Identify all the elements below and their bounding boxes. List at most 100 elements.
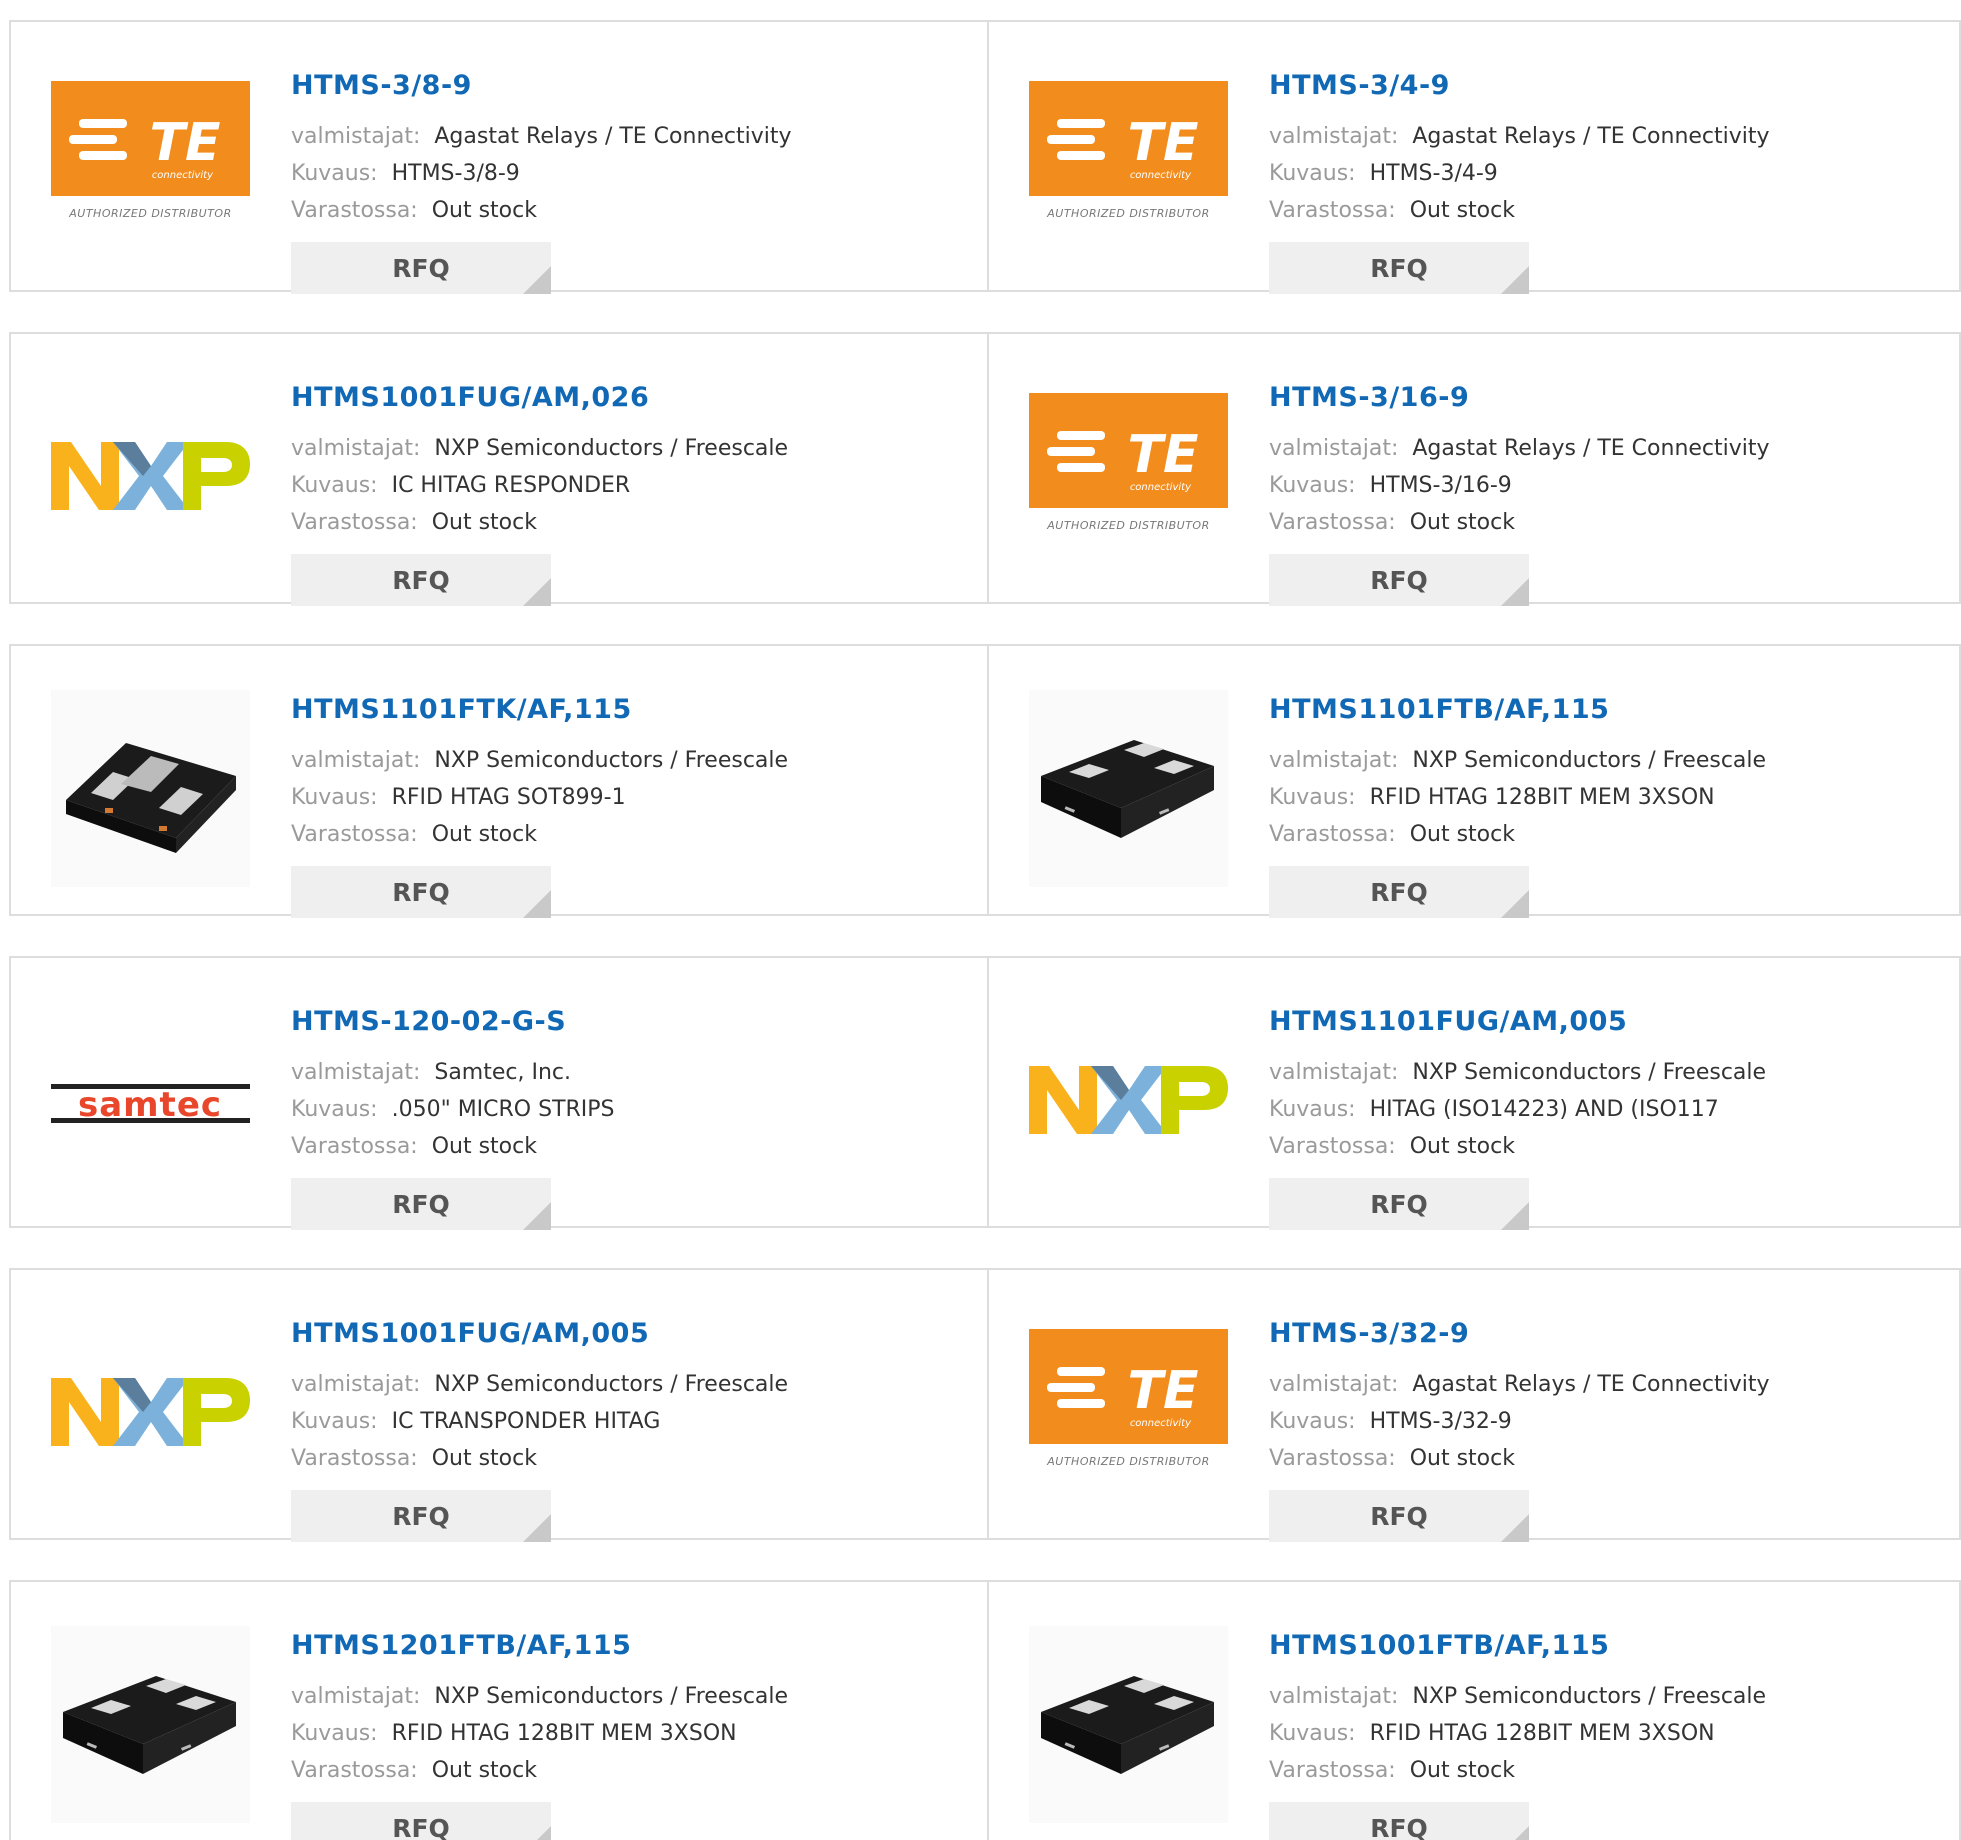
rfq-button[interactable]: RFQ (1269, 866, 1529, 918)
description: Kuvaus: HTMS-3/8-9 (291, 155, 951, 192)
rfq-corner-decoration (523, 1202, 551, 1230)
rfq-button[interactable]: RFQ (291, 1178, 551, 1230)
product-info: valmistajat: NXP Semiconductors / Freesca… (291, 1366, 951, 1477)
product-image[interactable] (1029, 1002, 1228, 1201)
stock-label: Varastossa: (291, 510, 418, 535)
description-label: Kuvaus: (1269, 1409, 1356, 1434)
description-value: .050" MICRO STRIPS (391, 1097, 615, 1122)
description-label: Kuvaus: (291, 473, 378, 498)
product-card: HTMS1001FTB/AF,115 valmistajat: NXP Semico… (989, 1582, 1961, 1840)
manufacturer-label: valmistajat: (1269, 1060, 1399, 1085)
stock-value: Out stock (1409, 1134, 1515, 1159)
stock: Varastossa: Out stock (1269, 816, 1929, 853)
rfq-corner-decoration (1501, 1202, 1529, 1230)
rfq-button-label: RFQ (1370, 253, 1428, 283)
manufacturer-label: valmistajat: (291, 436, 421, 461)
rfq-button[interactable]: RFQ (1269, 554, 1529, 606)
stock-value: Out stock (431, 1758, 537, 1783)
manufacturer-label: valmistajat: (291, 1684, 421, 1709)
product-image[interactable] (51, 378, 250, 577)
product-title-link[interactable]: HTMS1101FTB/AF,115 (1269, 694, 1609, 725)
product-info: valmistajat: Agastat Relays / TE Connecti… (1269, 1366, 1929, 1477)
product-image[interactable] (51, 1314, 250, 1513)
stock-label: Varastossa: (291, 822, 418, 847)
manufacturer: valmistajat: Samtec, Inc. (291, 1054, 951, 1091)
rfq-button[interactable]: RFQ (1269, 1178, 1529, 1230)
rfq-button-label: RFQ (392, 1501, 450, 1531)
stock: Varastossa: Out stock (291, 1128, 951, 1165)
product-image[interactable]: TE connectivity AUTHORIZED DISTRIBUTOR (1029, 66, 1228, 265)
rfq-button[interactable]: RFQ (291, 866, 551, 918)
description: Kuvaus: RFID HTAG 128BIT MEM 3XSON (1269, 1715, 1929, 1752)
manufacturer: valmistajat: NXP Semiconductors / Freesca… (1269, 1054, 1929, 1091)
rfq-button[interactable]: RFQ (291, 1802, 551, 1840)
rfq-button-label: RFQ (392, 1189, 450, 1219)
product-info: valmistajat: Agastat Relays / TE Connecti… (1269, 430, 1929, 541)
te-connectivity-logo: TE connectivity AUTHORIZED DISTRIBUTOR (51, 80, 250, 251)
product-image[interactable]: TE connectivity AUTHORIZED DISTRIBUTOR (51, 66, 250, 265)
product-card: samtec HTMS-120-02-G-S valmistajat: Samtec… (11, 958, 987, 1230)
product-title-link[interactable]: HTMS1101FTK/AF,115 (291, 694, 632, 725)
svg-text:connectivity: connectivity (1130, 1418, 1192, 1429)
product-image[interactable] (51, 1626, 250, 1825)
rfq-button[interactable]: RFQ (1269, 242, 1529, 294)
svg-text:TE: TE (1128, 1361, 1199, 1421)
stock-value: Out stock (1409, 1446, 1515, 1471)
product-image[interactable]: TE connectivity AUTHORIZED DISTRIBUTOR (1029, 378, 1228, 577)
product-title-link[interactable]: HTMS-3/8-9 (291, 70, 472, 101)
svg-text:connectivity: connectivity (1130, 170, 1192, 181)
rfq-corner-decoration (523, 1826, 551, 1840)
description-value: HTMS-3/32-9 (1369, 1409, 1512, 1434)
manufacturer-value: Agastat Relays / TE Connectivity (434, 124, 792, 149)
rfq-button[interactable]: RFQ (291, 554, 551, 606)
product-title-link[interactable]: HTMS-120-02-G-S (291, 1006, 566, 1037)
manufacturer-label: valmistajat: (291, 748, 421, 773)
stock: Varastossa: Out stock (1269, 1440, 1929, 1477)
stock-value: Out stock (1409, 1758, 1515, 1783)
rfq-corner-decoration (1501, 266, 1529, 294)
manufacturer-label: valmistajat: (1269, 124, 1399, 149)
manufacturer-label: valmistajat: (1269, 1684, 1399, 1709)
rfq-corner-decoration (523, 1514, 551, 1542)
product-row: HTMS1001FUG/AM,026 valmistajat: NXP Semico… (9, 332, 1961, 606)
manufacturer: valmistajat: Agastat Relays / TE Connecti… (1269, 430, 1929, 467)
rfq-button[interactable]: RFQ (291, 242, 551, 294)
stock-label: Varastossa: (291, 198, 418, 223)
rfq-button-label: RFQ (1370, 1189, 1428, 1219)
product-title-link[interactable]: HTMS1001FTB/AF,115 (1269, 1630, 1609, 1661)
stock-value: Out stock (1409, 198, 1515, 223)
product-image[interactable]: samtec (51, 1002, 250, 1201)
product-card: TE connectivity AUTHORIZED DISTRIBUTOR H… (989, 1270, 1961, 1542)
product-card: TE connectivity AUTHORIZED DISTRIBUTOR H… (989, 22, 1961, 294)
manufacturer-value: NXP Semiconductors / Freescale (434, 1372, 789, 1397)
rfq-corner-decoration (523, 890, 551, 918)
product-card: HTMS1101FUG/AM,005 valmistajat: NXP Semico… (989, 958, 1961, 1230)
product-image[interactable]: TE connectivity AUTHORIZED DISTRIBUTOR (1029, 1314, 1228, 1513)
product-image[interactable] (1029, 690, 1228, 889)
product-title-link[interactable]: HTMS-3/16-9 (1269, 382, 1469, 413)
manufacturer-value: NXP Semiconductors / Freescale (1412, 1684, 1767, 1709)
product-title-link[interactable]: HTMS-3/4-9 (1269, 70, 1450, 101)
rfq-button-label: RFQ (1370, 877, 1428, 907)
product-title-link[interactable]: HTMS1201FTB/AF,115 (291, 1630, 631, 1661)
product-info: valmistajat: NXP Semiconductors / Freesca… (291, 742, 951, 853)
product-title-link[interactable]: HTMS1001FUG/AM,026 (291, 382, 649, 413)
rfq-button[interactable]: RFQ (291, 1490, 551, 1542)
rfq-button-label: RFQ (392, 877, 450, 907)
product-row: TE connectivity AUTHORIZED DISTRIBUTOR H… (9, 20, 1961, 294)
manufacturer-value: NXP Semiconductors / Freescale (434, 1684, 789, 1709)
product-image[interactable] (51, 690, 250, 889)
rfq-button[interactable]: RFQ (1269, 1802, 1529, 1840)
chip-xson-image (51, 1626, 250, 1825)
chip-xson-image (1029, 690, 1228, 889)
product-info: valmistajat: NXP Semiconductors / Freesca… (1269, 742, 1929, 853)
product-title-link[interactable]: HTMS1101FUG/AM,005 (1269, 1006, 1627, 1037)
te-connectivity-logo: TE connectivity AUTHORIZED DISTRIBUTOR (1029, 1328, 1228, 1499)
rfq-button[interactable]: RFQ (1269, 1490, 1529, 1542)
stock-value: Out stock (431, 822, 537, 847)
product-title-link[interactable]: HTMS-3/32-9 (1269, 1318, 1469, 1349)
manufacturer: valmistajat: NXP Semiconductors / Freesca… (1269, 1678, 1929, 1715)
product-title-link[interactable]: HTMS1001FUG/AM,005 (291, 1318, 649, 1349)
product-image[interactable] (1029, 1626, 1228, 1825)
description-label: Kuvaus: (1269, 473, 1356, 498)
